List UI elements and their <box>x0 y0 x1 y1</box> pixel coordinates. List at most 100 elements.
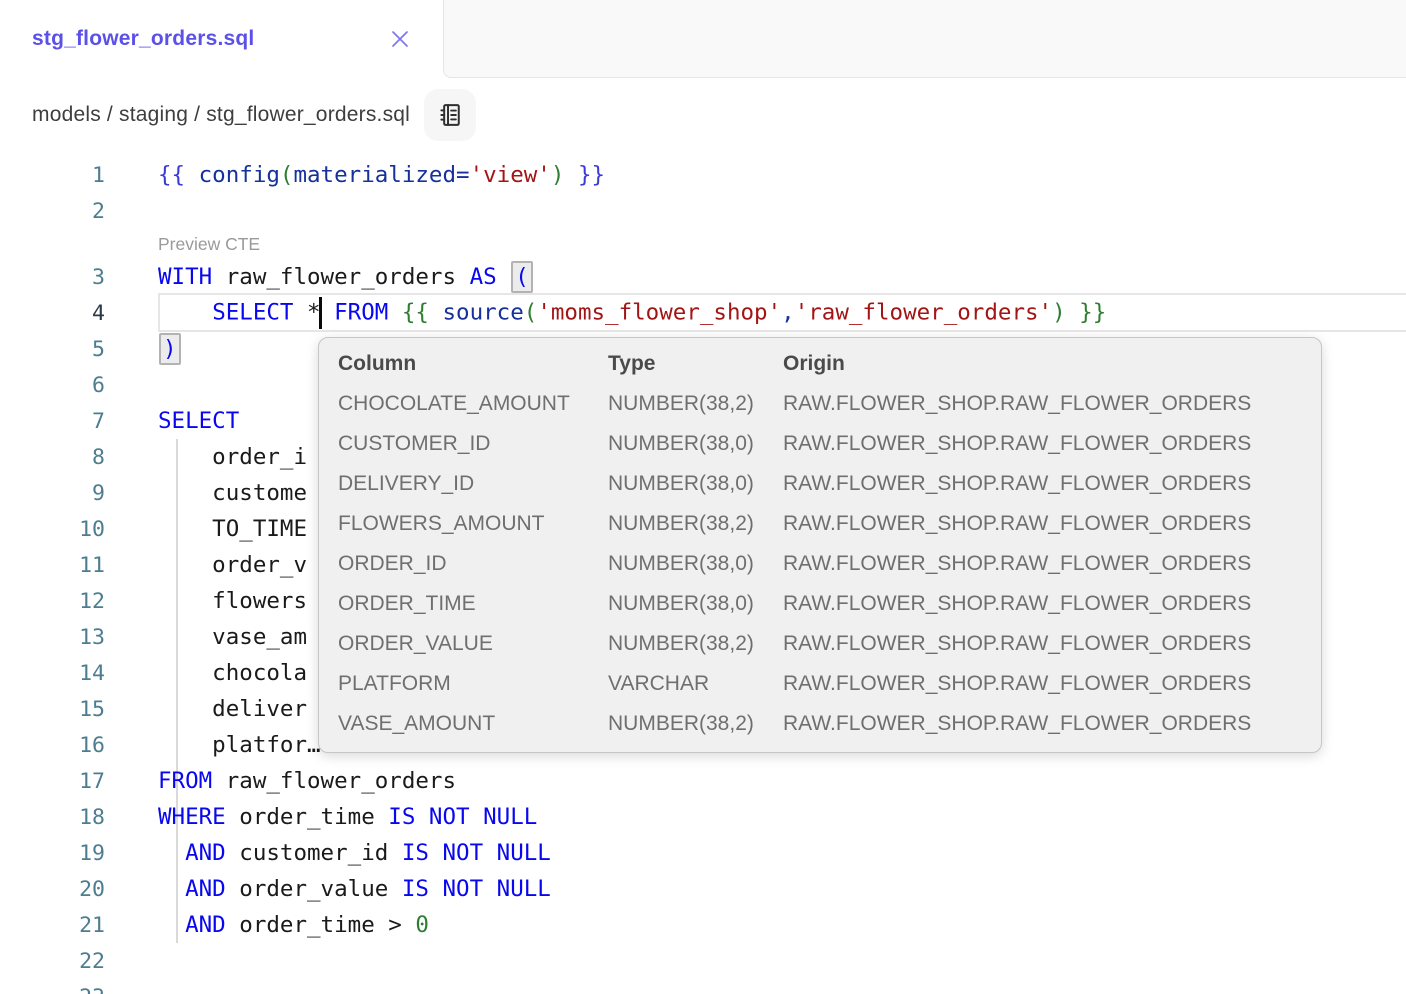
column-name: CHOCOLATE_AMOUNT <box>338 392 608 416</box>
line-number: 9 <box>0 481 105 506</box>
column-origin: RAW.FLOWER_SHOP.RAW_FLOWER_ORDERS <box>783 552 1321 576</box>
line-number: 15 <box>0 697 105 722</box>
column-row: ORDER_IDNUMBER(38,0)RAW.FLOWER_SHOP.RAW_… <box>338 544 1321 584</box>
column-type: VARCHAR <box>608 672 783 696</box>
column-origin: RAW.FLOWER_SHOP.RAW_FLOWER_ORDERS <box>783 472 1321 496</box>
code-line-1[interactable]: 1 {{ config(materialized='view') }} <box>0 157 1406 193</box>
code-line-3[interactable]: 3 WITH raw_flower_orders AS ( <box>0 259 1406 295</box>
line-number: 20 <box>0 877 105 902</box>
column-origin: RAW.FLOWER_SHOP.RAW_FLOWER_ORDERS <box>783 712 1321 736</box>
code-text: chocola <box>158 660 307 686</box>
line-number: 4 <box>0 301 105 326</box>
lineage-button[interactable] <box>424 89 476 141</box>
line-number: 10 <box>0 517 105 542</box>
header-column: Column <box>338 352 608 376</box>
code-text: vase_am <box>158 624 307 650</box>
column-origin: RAW.FLOWER_SHOP.RAW_FLOWER_ORDERS <box>783 672 1321 696</box>
line-number: 7 <box>0 409 105 434</box>
column-name: ORDER_ID <box>338 552 608 576</box>
column-row: CHOCOLATE_AMOUNTNUMBER(38,2)RAW.FLOWER_S… <box>338 384 1321 424</box>
code-line-23[interactable]: 23 <box>0 979 1406 994</box>
column-name: VASE_AMOUNT <box>338 712 608 736</box>
tab-bar: stg_flower_orders.sql <box>0 0 1406 78</box>
code-text: WITH raw_flower_orders AS ( <box>158 261 534 293</box>
column-type: NUMBER(38,2) <box>608 712 783 736</box>
code-text: flowers <box>158 588 307 614</box>
code-text: platfor… <box>158 732 321 758</box>
code-line-19[interactable]: 19 AND customer_id IS NOT NULL <box>0 835 1406 871</box>
line-number: 2 <box>0 199 105 224</box>
column-name: FLOWERS_AMOUNT <box>338 512 608 536</box>
line-number: 8 <box>0 445 105 470</box>
column-type: NUMBER(38,2) <box>608 632 783 656</box>
column-origin: RAW.FLOWER_SHOP.RAW_FLOWER_ORDERS <box>783 432 1321 456</box>
bracket-match: ) <box>159 333 181 365</box>
column-row: VASE_AMOUNTNUMBER(38,2)RAW.FLOWER_SHOP.R… <box>338 704 1321 744</box>
code-line-22[interactable]: 22 <box>0 943 1406 979</box>
column-origin: RAW.FLOWER_SHOP.RAW_FLOWER_ORDERS <box>783 592 1321 616</box>
column-type: NUMBER(38,2) <box>608 512 783 536</box>
line-number: 1 <box>0 163 105 188</box>
code-line-21[interactable]: 21 AND order_time > 0 <box>0 907 1406 943</box>
column-table-header: Column Type Origin <box>338 344 1321 384</box>
code-text: SELECT * FROM {{ source('moms_flower_sho… <box>158 297 1106 329</box>
codelens-preview-cte[interactable]: Preview CTE <box>158 229 1406 259</box>
column-type: NUMBER(38,0) <box>608 472 783 496</box>
column-table-body: CHOCOLATE_AMOUNTNUMBER(38,2)RAW.FLOWER_S… <box>338 384 1321 744</box>
line-number: 14 <box>0 661 105 686</box>
column-origin: RAW.FLOWER_SHOP.RAW_FLOWER_ORDERS <box>783 632 1321 656</box>
code-line-2[interactable]: 2 <box>0 193 1406 229</box>
column-row: FLOWERS_AMOUNTNUMBER(38,2)RAW.FLOWER_SHO… <box>338 504 1321 544</box>
column-info-tooltip: Column Type Origin CHOCOLATE_AMOUNTNUMBE… <box>318 337 1322 753</box>
header-origin: Origin <box>783 352 1321 376</box>
code-text: AND order_value IS NOT NULL <box>158 876 551 902</box>
code-text: AND order_time > 0 <box>158 912 429 938</box>
breadcrumb-row: models / staging / stg_flower_orders.sql <box>0 78 1406 152</box>
code-text: AND customer_id IS NOT NULL <box>158 840 551 866</box>
tab-title: stg_flower_orders.sql <box>32 27 254 51</box>
code-line-18[interactable]: 18WHERE order_time IS NOT NULL <box>0 799 1406 835</box>
column-type: NUMBER(38,0) <box>608 592 783 616</box>
code-text: {{ config(materialized='view') }} <box>158 162 605 188</box>
line-number: 16 <box>0 733 105 758</box>
code-text: TO_TIME <box>158 516 307 542</box>
code-text: ) <box>158 333 182 365</box>
line-number: 17 <box>0 769 105 794</box>
code-text: order_v <box>158 552 307 578</box>
column-row: ORDER_TIMENUMBER(38,0)RAW.FLOWER_SHOP.RA… <box>338 584 1321 624</box>
code-line-17[interactable]: 17 FROM raw_flower_orders <box>0 763 1406 799</box>
close-icon[interactable] <box>385 24 415 54</box>
column-name: ORDER_TIME <box>338 592 608 616</box>
line-number: 3 <box>0 265 105 290</box>
line-number: 12 <box>0 589 105 614</box>
column-name: PLATFORM <box>338 672 608 696</box>
code-line-20[interactable]: 20 AND order_value IS NOT NULL <box>0 871 1406 907</box>
column-row: ORDER_VALUENUMBER(38,2)RAW.FLOWER_SHOP.R… <box>338 624 1321 664</box>
line-number: 19 <box>0 841 105 866</box>
column-origin: RAW.FLOWER_SHOP.RAW_FLOWER_ORDERS <box>783 512 1321 536</box>
line-number: 13 <box>0 625 105 650</box>
column-name: DELIVERY_ID <box>338 472 608 496</box>
code-text: custome <box>158 480 307 506</box>
code-text: FROM raw_flower_orders <box>158 768 456 794</box>
column-name: CUSTOMER_ID <box>338 432 608 456</box>
column-row: PLATFORMVARCHARRAW.FLOWER_SHOP.RAW_FLOWE… <box>338 664 1321 704</box>
line-number: 11 <box>0 553 105 578</box>
tab-strip-empty <box>443 0 1406 78</box>
column-origin: RAW.FLOWER_SHOP.RAW_FLOWER_ORDERS <box>783 392 1321 416</box>
line-number: 23 <box>0 985 105 994</box>
breadcrumb: models / staging / stg_flower_orders.sql <box>32 103 410 127</box>
code-text: order_i <box>158 444 307 470</box>
column-row: CUSTOMER_IDNUMBER(38,0)RAW.FLOWER_SHOP.R… <box>338 424 1321 464</box>
notebook-icon <box>436 101 464 129</box>
column-row: DELIVERY_IDNUMBER(38,0)RAW.FLOWER_SHOP.R… <box>338 464 1321 504</box>
tab-stg-flower-orders[interactable]: stg_flower_orders.sql <box>0 0 443 78</box>
line-number: 18 <box>0 805 105 830</box>
line-number: 21 <box>0 913 105 938</box>
line-number: 6 <box>0 373 105 398</box>
column-name: ORDER_VALUE <box>338 632 608 656</box>
column-type: NUMBER(38,0) <box>608 432 783 456</box>
column-type: NUMBER(38,0) <box>608 552 783 576</box>
code-line-4[interactable]: 4 SELECT * FROM {{ source('moms_flower_s… <box>0 295 1406 331</box>
line-number: 5 <box>0 337 105 362</box>
